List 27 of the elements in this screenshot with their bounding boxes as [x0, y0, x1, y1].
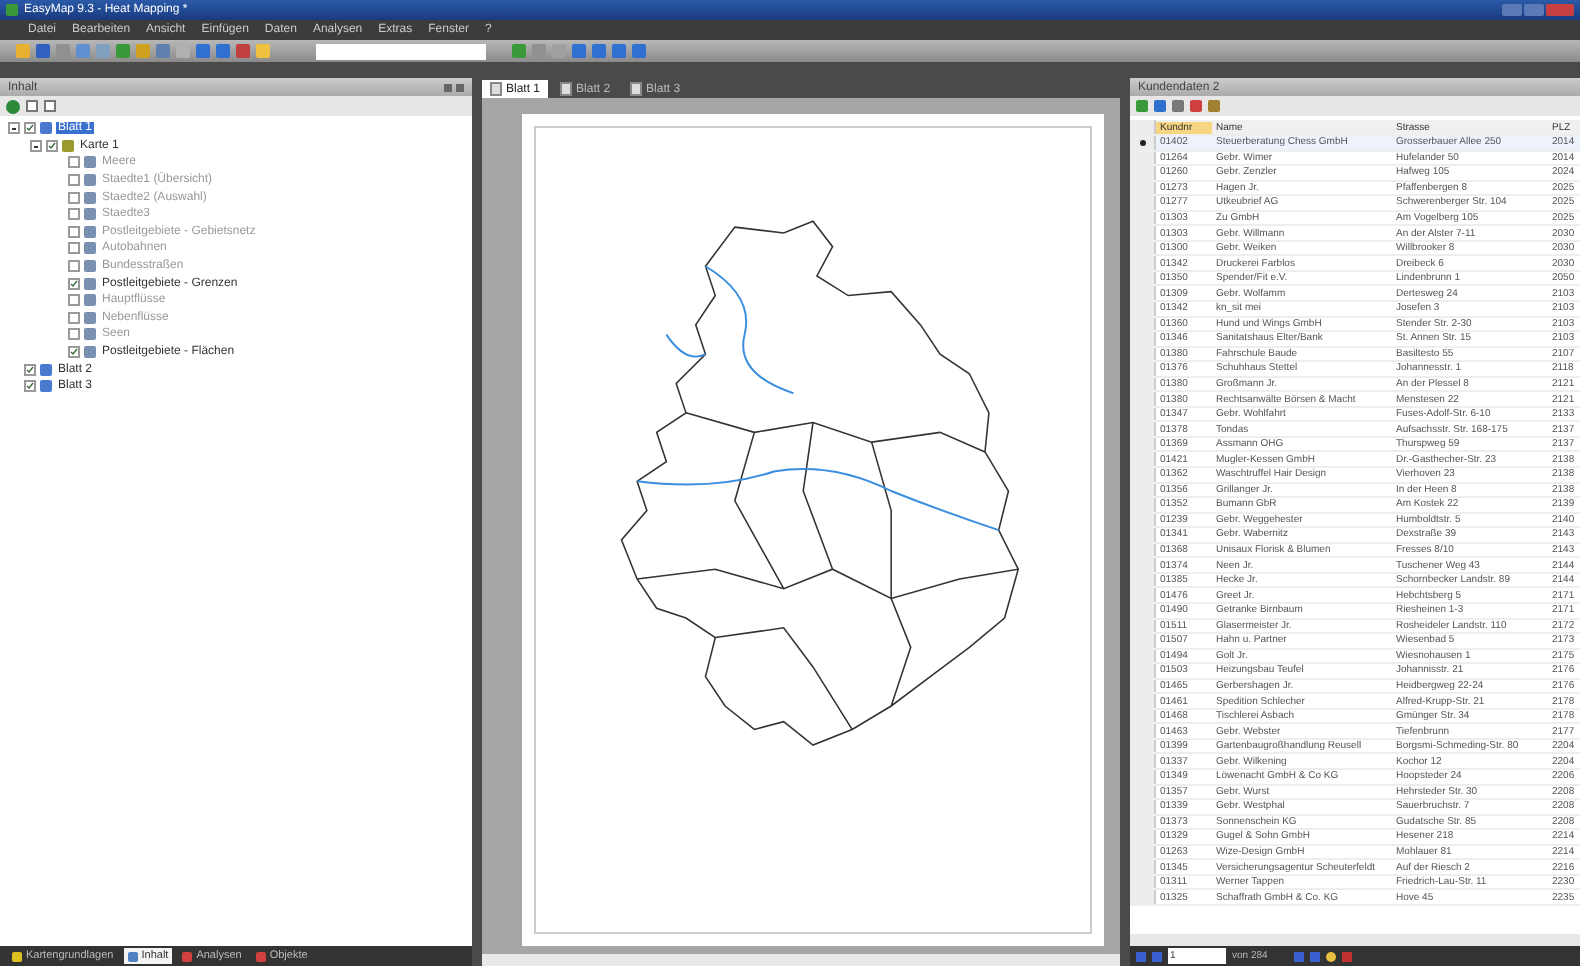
- map-icon: [62, 139, 74, 152]
- checkbox[interactable]: [68, 225, 80, 238]
- scrollbar[interactable]: [1130, 934, 1580, 946]
- checkbox[interactable]: [68, 156, 80, 169]
- minimize-button[interactable]: [1502, 4, 1522, 16]
- toolbar-field[interactable]: [316, 43, 486, 59]
- checkbox[interactable]: [68, 277, 80, 290]
- page-icon: [40, 122, 52, 135]
- checkbox[interactable]: [68, 294, 80, 307]
- checkbox[interactable]: [24, 122, 36, 135]
- checkbox[interactable]: [68, 328, 80, 341]
- checkbox[interactable]: [68, 191, 80, 204]
- scrollbar[interactable]: [482, 954, 1120, 966]
- checkbox[interactable]: [24, 363, 36, 376]
- checkbox[interactable]: [68, 242, 80, 255]
- checkbox[interactable]: [24, 380, 36, 393]
- checkbox[interactable]: [68, 260, 80, 273]
- maximize-button[interactable]: [1524, 4, 1544, 16]
- close-button[interactable]: [1546, 4, 1574, 16]
- checkbox[interactable]: [68, 208, 80, 221]
- checkbox[interactable]: [68, 346, 80, 359]
- toolbar-icon[interactable]: [1154, 100, 1166, 112]
- checkbox[interactable]: [68, 174, 80, 187]
- row-marker-icon: [1139, 139, 1145, 146]
- app-icon: [6, 4, 18, 16]
- checkbox[interactable]: [68, 311, 80, 324]
- checkbox[interactable]: [46, 139, 58, 152]
